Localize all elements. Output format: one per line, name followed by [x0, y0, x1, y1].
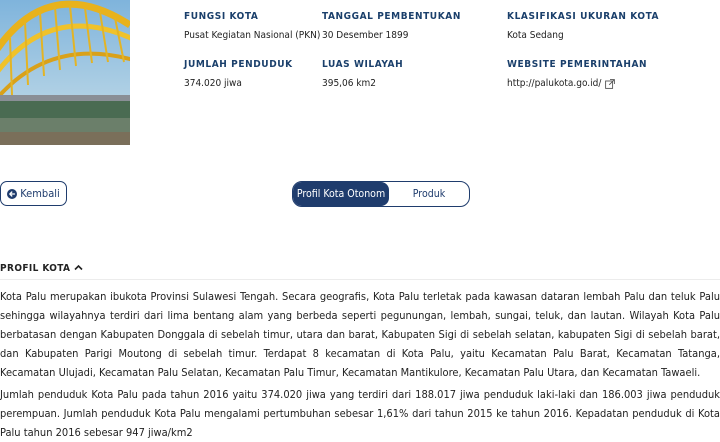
- profile-tabs: Profil Kota Otonom Produk: [292, 181, 470, 207]
- info-item-fungsi-kota: FUNGSI KOTA Pusat Kegiatan Nasional (PKN…: [184, 11, 320, 41]
- chevron-up-icon: [74, 263, 83, 274]
- profile-paragraph-2: Jumlah penduduk Kota Palu pada tahun 201…: [0, 388, 720, 439]
- info-value: 395,06 km2: [322, 78, 461, 89]
- info-column-1: FUNGSI KOTA Pusat Kegiatan Nasional (PKN…: [184, 11, 320, 89]
- info-value-text: 374.020 jiwa: [184, 78, 242, 89]
- city-photo: [0, 0, 130, 145]
- info-value-text: Kota Sedang: [507, 30, 564, 41]
- arrow-left-circle-icon: [7, 188, 18, 199]
- info-item-luas-wilayah: LUAS WILAYAH 395,06 km2: [322, 59, 461, 89]
- back-button[interactable]: Kembali: [0, 181, 67, 206]
- info-column-3: KLASIFIKASI UKURAN KOTA Kota Sedang WEBS…: [507, 11, 659, 89]
- info-item-jumlah-penduduk: JUMLAH PENDUDUK 374.020 jiwa: [184, 59, 320, 89]
- info-label: LUAS WILAYAH: [322, 59, 404, 70]
- info-item-tanggal-pembentukan: TANGGAL PEMBENTUKAN 30 Desember 1899: [322, 11, 461, 41]
- section-title: PROFIL KOTA: [0, 263, 71, 274]
- info-value: Pusat Kegiatan Nasional (PKN): [184, 30, 320, 41]
- info-label: JUMLAH PENDUDUK: [184, 59, 293, 70]
- info-value: Kota Sedang: [507, 30, 659, 41]
- info-value: 30 Desember 1899: [322, 30, 461, 41]
- website-link-text[interactable]: http://palukota.go.id/: [507, 78, 601, 89]
- profile-paragraph-1: Kota Palu merupakan ibukota Provinsi Sul…: [0, 290, 720, 379]
- tab-produk[interactable]: Produk: [389, 182, 469, 206]
- back-button-label: Kembali: [20, 187, 60, 200]
- info-label: WEBSITE PEMERINTAHAN: [507, 59, 648, 70]
- info-item-website: WEBSITE PEMERINTAHAN http://palukota.go.…: [507, 59, 659, 89]
- info-label: TANGGAL PEMBENTUKAN: [322, 11, 461, 22]
- info-label: KLASIFIKASI UKURAN KOTA: [507, 11, 660, 22]
- external-link-icon[interactable]: [605, 78, 616, 89]
- info-value: 374.020 jiwa: [184, 78, 320, 89]
- info-column-2: TANGGAL PEMBENTUKAN 30 Desember 1899 LUA…: [322, 11, 461, 89]
- profile-section-toggle[interactable]: PROFIL KOTA: [0, 263, 83, 274]
- info-value-text: 395,06 km2: [322, 78, 377, 89]
- info-value-text: Pusat Kegiatan Nasional (PKN): [184, 30, 321, 41]
- section-divider: [0, 279, 720, 280]
- website-link[interactable]: http://palukota.go.id/: [507, 78, 659, 89]
- info-item-klasifikasi: KLASIFIKASI UKURAN KOTA Kota Sedang: [507, 11, 659, 41]
- tab-profil-kota-otonom[interactable]: Profil Kota Otonom: [293, 182, 389, 206]
- info-label: FUNGSI KOTA: [184, 11, 259, 22]
- info-value-text: 30 Desember 1899: [322, 30, 409, 41]
